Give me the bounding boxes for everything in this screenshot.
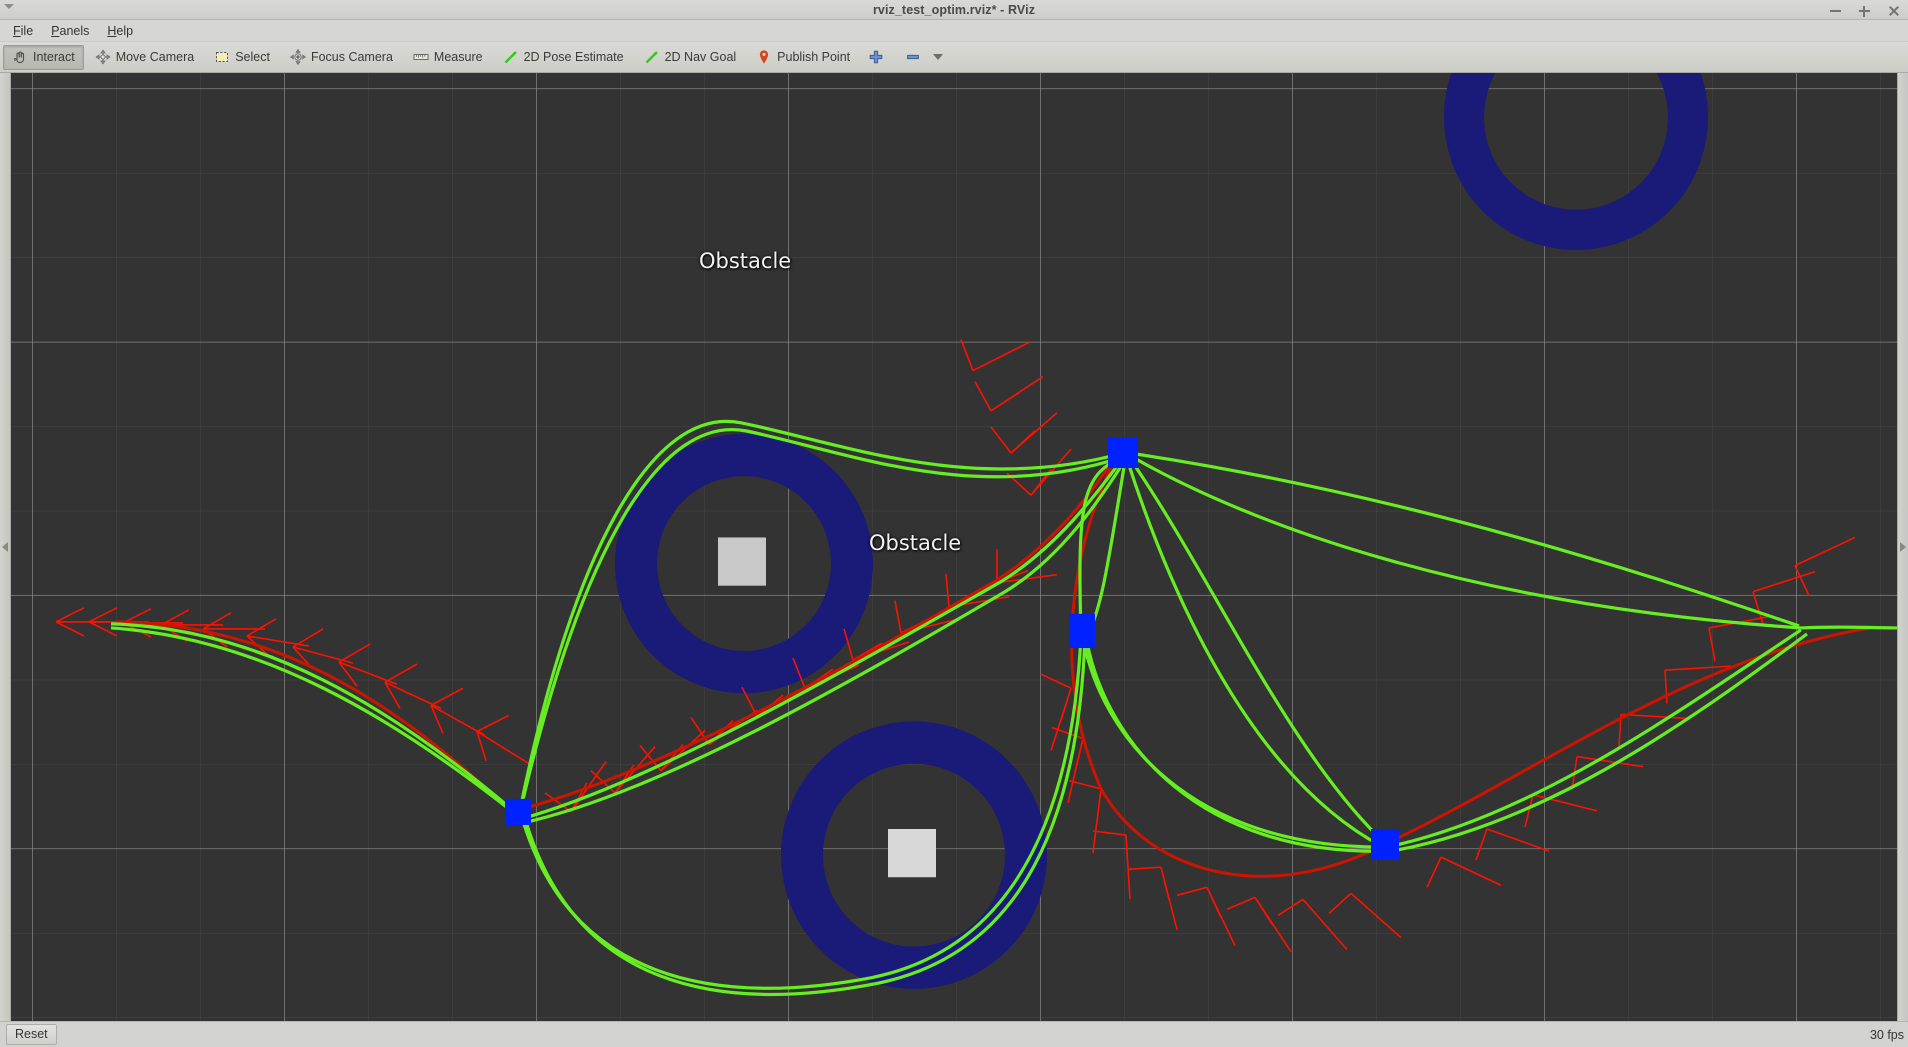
tool-publish-point[interactable]: Publish Point <box>747 45 859 70</box>
reset-button[interactable]: Reset <box>6 1024 57 1045</box>
green-arrow-icon <box>644 49 660 65</box>
menu-bar: File Panels Help <box>0 20 1908 42</box>
window-menu-icon[interactable] <box>4 4 14 9</box>
viewport-area: Obstacle Obstacle <box>0 73 1908 1021</box>
scene-canvas <box>11 73 1897 1021</box>
chevron-down-icon[interactable] <box>933 54 944 60</box>
tool-move-camera-label: Move Camera <box>115 50 195 64</box>
tool-2d-pose-estimate-label: 2D Pose Estimate <box>523 50 624 64</box>
tool-select[interactable]: Select <box>205 45 279 70</box>
maximize-icon[interactable] <box>1858 4 1871 17</box>
tool-move-camera[interactable]: Move Camera <box>86 45 204 70</box>
plus-icon <box>868 49 884 65</box>
status-bar: Reset 30 fps <box>0 1021 1908 1047</box>
rviz-main-window: rviz_test_optim.rviz* - RViz File Panels… <box>0 0 1908 1047</box>
minimize-icon[interactable] <box>1829 4 1842 17</box>
tool-focus-camera[interactable]: Focus Camera <box>281 45 402 70</box>
tool-select-label: Select <box>235 50 270 64</box>
tool-interact-label: Interact <box>33 50 75 64</box>
tool-measure-label: Measure <box>433 50 483 64</box>
waypoint-1 <box>505 798 531 825</box>
remove-tool-button[interactable] <box>898 45 950 70</box>
move-camera-icon <box>95 49 111 65</box>
menu-item-file[interactable]: File <box>4 22 42 40</box>
hand-cursor-icon <box>12 49 28 65</box>
waypoint-3 <box>1069 613 1095 649</box>
green-arrow-icon <box>503 49 519 65</box>
menu-item-panels[interactable]: Panels <box>42 22 98 40</box>
waypoint-2 <box>1108 437 1138 469</box>
close-icon[interactable] <box>1887 4 1900 17</box>
menu-item-help[interactable]: Help <box>98 22 142 40</box>
window-controls <box>1829 0 1900 20</box>
right-panel-splitter[interactable] <box>1897 73 1908 1021</box>
focus-camera-icon <box>289 48 307 66</box>
fps-indicator: 30 fps <box>1869 1027 1904 1042</box>
tool-measure[interactable]: Measure <box>404 45 492 70</box>
tool-focus-camera-label: Focus Camera <box>310 50 393 64</box>
render-view-3d[interactable]: Obstacle Obstacle <box>11 73 1897 1021</box>
left-panel-splitter[interactable] <box>0 73 11 1021</box>
obstacle-upper-core <box>718 537 766 586</box>
tool-publish-point-label: Publish Point <box>777 50 851 64</box>
window-title: rviz_test_optim.rviz* - RViz <box>872 2 1036 17</box>
select-box-icon <box>214 49 230 65</box>
ruler-icon <box>413 49 429 65</box>
title-bar: rviz_test_optim.rviz* - RViz <box>0 0 1908 20</box>
menu-label-file-rest: ile <box>20 23 34 38</box>
tool-interact[interactable]: Interact <box>3 44 84 70</box>
map-pin-icon <box>756 49 772 65</box>
tool-2d-nav-goal[interactable]: 2D Nav Goal <box>635 45 746 70</box>
menu-label-help-rest: elp <box>116 23 134 38</box>
tool-bar: Interact Move Camera Select Focus Camera… <box>0 42 1908 73</box>
tool-2d-nav-goal-label: 2D Nav Goal <box>664 50 737 64</box>
obstacle-lower-core <box>888 828 936 878</box>
minus-icon <box>905 49 921 65</box>
expand-left-panel-icon[interactable] <box>2 542 8 552</box>
add-tool-button[interactable] <box>861 45 896 70</box>
tool-2d-pose-estimate[interactable]: 2D Pose Estimate <box>494 45 633 70</box>
menu-label-panels-rest: anels <box>59 23 90 38</box>
traj-right-tail <box>1800 625 1897 630</box>
waypoint-4 <box>1371 828 1399 860</box>
expand-right-panel-icon[interactable] <box>1900 542 1906 552</box>
